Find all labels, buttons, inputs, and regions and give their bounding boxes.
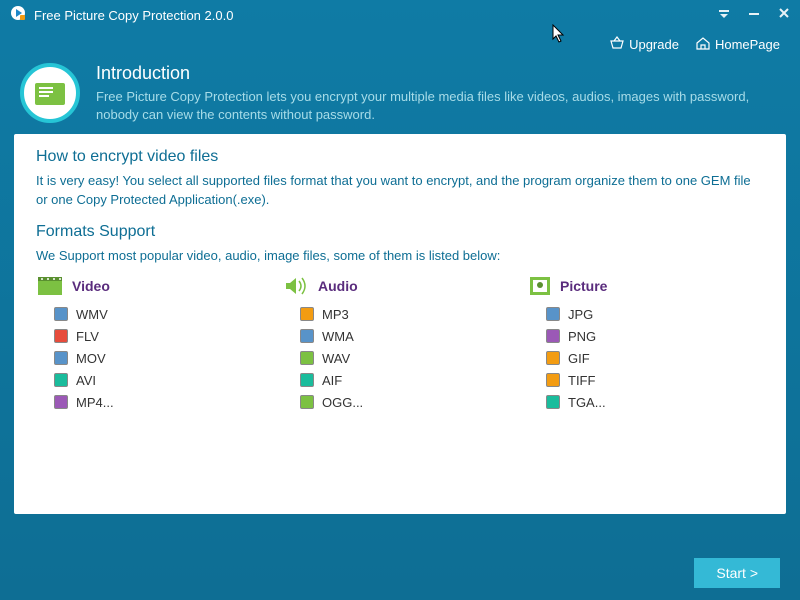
formats-title: Formats Support	[36, 223, 764, 241]
intro-icon	[20, 63, 80, 123]
list-item: FLV	[54, 329, 272, 344]
png-icon	[546, 329, 560, 343]
mov-icon	[54, 351, 68, 365]
list-item: AVI	[54, 373, 272, 388]
video-label: Video	[72, 278, 110, 294]
picture-icon	[528, 275, 552, 297]
flv-icon	[54, 329, 68, 343]
jpg-icon	[546, 307, 560, 321]
app-icon	[10, 5, 26, 26]
list-item: MP4...	[54, 395, 272, 410]
intro-text: Introduction Free Picture Copy Protectio…	[96, 63, 780, 124]
mp3-icon	[300, 307, 314, 321]
video-header: Video	[36, 275, 272, 297]
homepage-button[interactable]: HomePage	[695, 36, 780, 53]
close-icon[interactable]	[778, 6, 790, 24]
video-icon	[36, 275, 64, 297]
list-item: GIF	[546, 351, 764, 366]
list-item: MP3	[300, 307, 518, 322]
footer: Start >	[694, 558, 780, 588]
picture-list: JPG PNG GIF TIFF TGA...	[528, 307, 764, 410]
aif-icon	[300, 373, 314, 387]
start-button[interactable]: Start >	[694, 558, 780, 588]
picture-column: Picture JPG PNG GIF TIFF TGA...	[528, 275, 764, 417]
video-column: Video WMV FLV MOV AVI MP4...	[36, 275, 272, 417]
basket-icon	[609, 36, 625, 53]
window-controls	[718, 6, 790, 24]
intro-section: Introduction Free Picture Copy Protectio…	[0, 63, 800, 134]
homepage-label: HomePage	[715, 37, 780, 52]
list-item: TGA...	[546, 395, 764, 410]
formats-desc: We Support most popular video, audio, im…	[36, 247, 764, 265]
picture-label: Picture	[560, 278, 607, 294]
audio-column: Audio MP3 WMA WAV AIF OGG...	[282, 275, 518, 417]
content-panel: How to encrypt video files It is very ea…	[14, 134, 786, 514]
window-title: Free Picture Copy Protection 2.0.0	[34, 8, 718, 23]
audio-icon	[282, 275, 310, 297]
ogg-icon	[300, 395, 314, 409]
dropdown-icon[interactable]	[718, 6, 730, 24]
list-item: WAV	[300, 351, 518, 366]
titlebar: Free Picture Copy Protection 2.0.0	[0, 0, 800, 30]
list-item: TIFF	[546, 373, 764, 388]
formats-row: Video WMV FLV MOV AVI MP4... Audio MP3 W	[36, 275, 764, 417]
list-item: JPG	[546, 307, 764, 322]
video-list: WMV FLV MOV AVI MP4...	[36, 307, 272, 410]
wmv-icon	[54, 307, 68, 321]
howto-title: How to encrypt video files	[36, 148, 764, 166]
list-item: WMV	[54, 307, 272, 322]
tga-icon	[546, 395, 560, 409]
intro-title: Introduction	[96, 63, 780, 84]
home-icon	[695, 36, 711, 53]
audio-header: Audio	[282, 275, 518, 297]
list-item: AIF	[300, 373, 518, 388]
gif-icon	[546, 351, 560, 365]
minimize-icon[interactable]	[748, 6, 760, 24]
upgrade-label: Upgrade	[629, 37, 679, 52]
mp4-icon	[54, 395, 68, 409]
intro-desc: Free Picture Copy Protection lets you en…	[96, 88, 780, 124]
app-window: Free Picture Copy Protection 2.0.0 Upgra…	[0, 0, 800, 600]
list-item: WMA	[300, 329, 518, 344]
audio-label: Audio	[318, 278, 358, 294]
tiff-icon	[546, 373, 560, 387]
picture-header: Picture	[528, 275, 764, 297]
list-item: OGG...	[300, 395, 518, 410]
audio-list: MP3 WMA WAV AIF OGG...	[282, 307, 518, 410]
upgrade-button[interactable]: Upgrade	[609, 36, 679, 53]
wav-icon	[300, 351, 314, 365]
list-item: MOV	[54, 351, 272, 366]
wma-icon	[300, 329, 314, 343]
toolbar: Upgrade HomePage	[0, 30, 800, 63]
list-item: PNG	[546, 329, 764, 344]
howto-desc: It is very easy! You select all supporte…	[36, 172, 764, 208]
avi-icon	[54, 373, 68, 387]
